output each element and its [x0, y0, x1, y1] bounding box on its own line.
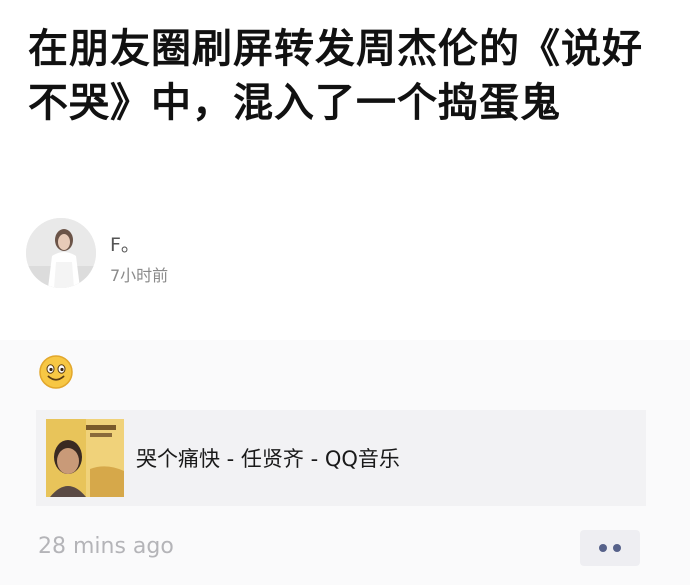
article-title: 在朋友圈刷屏转发周杰伦的《说好不哭》中，混入了一个捣蛋鬼 — [28, 26, 643, 126]
author-name[interactable]: F。 — [110, 230, 140, 257]
smiling-face-emoji-icon — [38, 354, 74, 390]
author-avatar[interactable] — [26, 218, 96, 288]
more-dot-icon — [613, 544, 621, 552]
avatar-photo-icon — [26, 218, 96, 288]
moment-timestamp: 28 mins ago — [38, 534, 174, 559]
more-dot-icon — [599, 544, 607, 552]
album-cover-image — [46, 419, 124, 497]
post-time: 7小时前 — [110, 266, 169, 285]
shared-music-link[interactable]: 哭个痛快 - 任贤齐 - QQ音乐 — [36, 410, 646, 506]
shared-song-title: 哭个痛快 - 任贤齐 - QQ音乐 — [136, 447, 400, 471]
more-options-button[interactable] — [580, 530, 640, 566]
